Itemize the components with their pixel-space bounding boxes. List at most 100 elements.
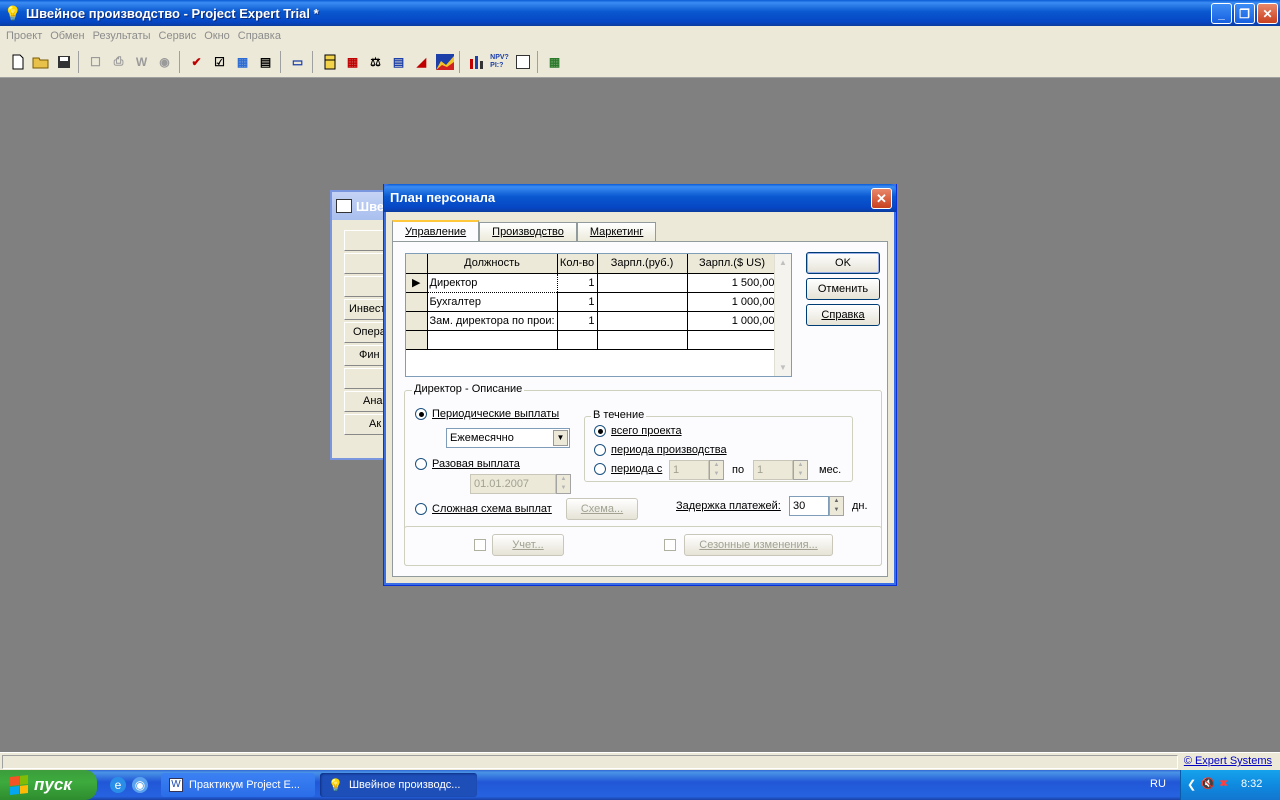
cell-salary-usd[interactable]: 1 000,00	[687, 292, 778, 312]
help-button[interactable]: Справка	[806, 304, 880, 326]
cell-position[interactable]: Зам. директора по прои:	[427, 311, 558, 331]
cell-count[interactable]: 1	[557, 273, 598, 293]
calculator-icon[interactable]: ▦	[543, 51, 566, 73]
document-icon[interactable]: ▤	[254, 51, 277, 73]
start-button[interactable]: пуск	[0, 770, 97, 800]
open-folder-icon[interactable]	[29, 51, 52, 73]
expert-systems-link[interactable]: © Expert Systems	[1184, 755, 1272, 767]
seasonal-changes-button[interactable]: Сезонные изменения...	[684, 534, 833, 556]
period-to-spinner[interactable]: ▲ ▼	[793, 460, 808, 480]
balance-icon[interactable]: ⚖	[364, 51, 387, 73]
npv-pi-icon[interactable]: NPV? PI:?	[488, 51, 511, 73]
cell-salary-rub[interactable]	[597, 273, 688, 293]
cell-salary-rub[interactable]	[597, 311, 688, 331]
cell-count[interactable]: 1	[557, 311, 598, 331]
frequency-select[interactable]: Ежемесячно ▼	[446, 428, 570, 448]
preview-icon[interactable]: ☐	[84, 51, 107, 73]
delay-field[interactable]: 30	[789, 496, 829, 516]
column-header-salary-usd[interactable]: Зарпл.($ US)	[687, 254, 778, 274]
cell-position[interactable]	[427, 330, 558, 350]
menu-service[interactable]: Сервис	[155, 30, 201, 42]
cell-position[interactable]: Директор	[426, 272, 558, 293]
scroll-up-arrow-icon[interactable]: ▲	[775, 254, 791, 271]
accounting-button[interactable]: Учет...	[492, 534, 564, 556]
table-row[interactable]: ▶ Директор 1 1 500,00	[406, 272, 778, 293]
row-indicator-arrow-icon: ▶	[406, 273, 428, 293]
taskbar-item-practicum[interactable]: W Практикум Project E...	[161, 773, 315, 797]
screen-icon[interactable]: ▭	[286, 51, 309, 73]
new-file-icon[interactable]	[6, 51, 29, 73]
whole-project-radio[interactable]: всего проекта	[594, 425, 682, 437]
cell-salary-usd[interactable]: 1 000,00	[687, 311, 778, 331]
cashflow-icon[interactable]: ▦	[341, 51, 364, 73]
back-arrow-icon[interactable]: ❮	[1187, 778, 1196, 791]
periodic-payments-radio[interactable]: Периодические выплаты	[415, 408, 559, 420]
cell-salary-usd[interactable]: 1 500,00	[687, 273, 778, 293]
period-from-spinner[interactable]: ▲ ▼	[709, 460, 724, 480]
date-spinner[interactable]: ▲ ▼	[556, 474, 571, 494]
seasonal-checkbox[interactable]	[664, 539, 676, 551]
period-from-field[interactable]: 1	[669, 460, 709, 480]
taskbar: пуск e ◉ W Практикум Project E... 💡 Швей…	[0, 770, 1280, 800]
restore-button[interactable]: ❐	[1234, 3, 1255, 24]
accounting-checkbox[interactable]	[474, 539, 486, 551]
browser-icon[interactable]: ◉	[132, 777, 148, 793]
cancel-button[interactable]: Отменить	[806, 278, 880, 300]
complex-scheme-radio[interactable]: Сложная схема выплат	[415, 503, 552, 515]
minimize-button[interactable]: _	[1211, 3, 1232, 24]
report-icon[interactable]: ▤	[387, 51, 410, 73]
area-chart-icon[interactable]	[433, 51, 456, 73]
close-button[interactable]: ✕	[1257, 3, 1278, 24]
period-to-field[interactable]: 1	[753, 460, 793, 480]
tab-production[interactable]: Производство	[479, 222, 577, 242]
scroll-down-arrow-icon[interactable]: ▼	[775, 359, 791, 376]
dialog-close-button[interactable]: ✕	[871, 188, 892, 209]
table-icon[interactable]	[318, 51, 341, 73]
one-time-payment-radio[interactable]: Разовая выплата	[415, 458, 520, 470]
cell-salary-rub[interactable]	[597, 292, 688, 312]
checklist-icon[interactable]: ☑	[208, 51, 231, 73]
grid-vertical-scrollbar[interactable]: ▲ ▼	[774, 254, 791, 376]
cell-salary-rub[interactable]	[597, 330, 688, 350]
volume-muted-icon[interactable]: 🔇	[1201, 777, 1215, 790]
bar-chart-icon[interactable]	[465, 51, 488, 73]
delay-spinner[interactable]: ▲ ▼	[829, 496, 844, 516]
menu-results[interactable]: Результаты	[89, 30, 155, 42]
staff-grid[interactable]: Должность Кол-во Зарпл.(руб.) Зарпл.($ U…	[405, 253, 792, 377]
menu-project[interactable]: Проект	[2, 30, 46, 42]
ok-button[interactable]: OK	[806, 252, 880, 274]
schedule-icon[interactable]	[511, 51, 534, 73]
print-icon[interactable]: ⎙	[107, 51, 130, 73]
tab-management[interactable]: Управление	[392, 220, 480, 242]
table-row[interactable]: Бухгалтер 1 1 000,00	[406, 292, 778, 312]
column-header-count[interactable]: Кол-во	[557, 254, 598, 274]
column-header-salary-rub[interactable]: Зарпл.(руб.)	[597, 254, 688, 274]
column-header-position[interactable]: Должность	[427, 254, 558, 274]
gallery-icon[interactable]: ◉	[153, 51, 176, 73]
cell-position[interactable]: Бухгалтер	[427, 292, 558, 312]
table-row[interactable]: Зам. директора по прои: 1 1 000,00	[406, 311, 778, 331]
network-disconnected-icon[interactable]: ✖	[1219, 777, 1228, 790]
cell-count[interactable]	[557, 330, 598, 350]
clock[interactable]: 8:32	[1241, 778, 1262, 790]
period-from-radio[interactable]: периода с	[594, 463, 662, 475]
chart-icon[interactable]: ◢	[410, 51, 433, 73]
scheme-button[interactable]: Схема...	[566, 498, 638, 520]
chevron-down-icon[interactable]: ▼	[553, 430, 568, 446]
internet-explorer-icon[interactable]: e	[110, 777, 126, 793]
menu-window[interactable]: Окно	[200, 30, 234, 42]
network-icon[interactable]: ▦	[231, 51, 254, 73]
one-time-date-field[interactable]: 01.01.2007	[470, 474, 556, 494]
taskbar-item-project-expert[interactable]: 💡 Швейное производс...	[320, 773, 477, 797]
word-export-icon[interactable]: W	[130, 51, 153, 73]
cell-salary-usd[interactable]	[687, 330, 778, 350]
table-row[interactable]	[406, 330, 778, 350]
menu-exchange[interactable]: Обмен	[46, 30, 88, 42]
save-icon[interactable]	[52, 51, 75, 73]
cell-count[interactable]: 1	[557, 292, 598, 312]
language-indicator[interactable]: RU	[1150, 778, 1166, 790]
menu-help[interactable]: Справка	[234, 30, 285, 42]
check-icon[interactable]: ✔	[185, 51, 208, 73]
production-period-radio[interactable]: периода производства	[594, 444, 727, 456]
tab-marketing[interactable]: Маркетинг	[576, 222, 657, 242]
